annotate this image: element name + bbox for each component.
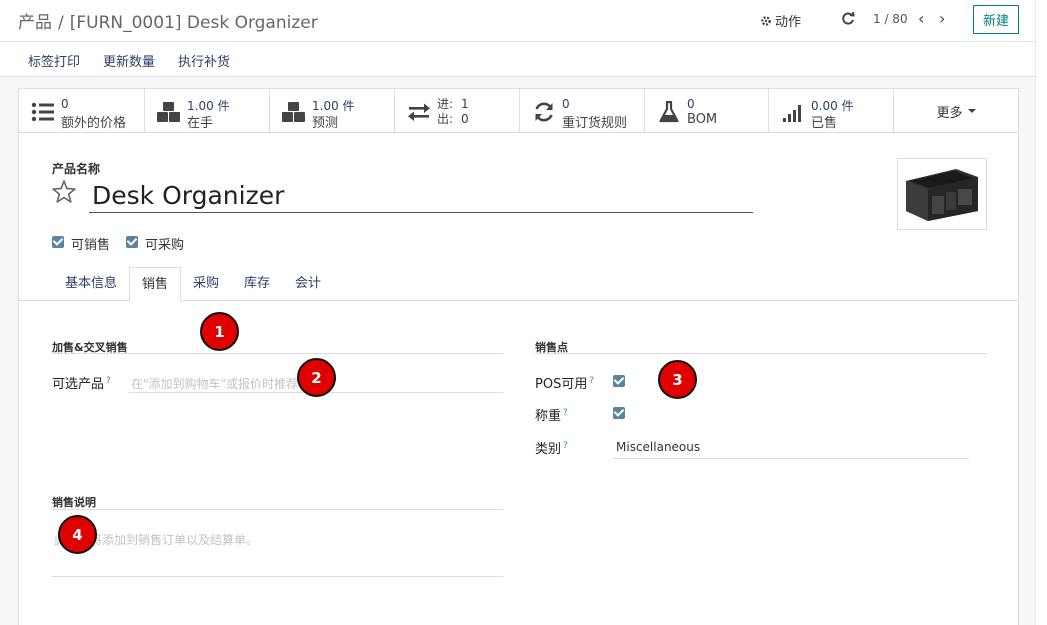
reorder-rules-button[interactable]: 0 重订货规则 <box>520 89 645 133</box>
on-hand-button[interactable]: 1.00 件 在手 <box>145 89 270 133</box>
sales-description-title: 销售说明 <box>52 496 96 509</box>
sold-button[interactable]: 0.00 件 已售 <box>769 89 894 133</box>
new-button[interactable]: 新建 <box>973 5 1019 34</box>
exchange-icon <box>408 103 430 121</box>
forecast-label: 预测 <box>312 116 339 131</box>
can-purchase-checkbox[interactable] <box>126 236 138 248</box>
extra-prices-value: 0 <box>61 97 69 111</box>
breadcrumb-separator: / <box>58 13 64 33</box>
bom-button[interactable]: 0 BOM <box>645 89 769 133</box>
product-name-field[interactable]: Desk Organizer <box>89 179 753 213</box>
upsell-divider <box>52 353 503 354</box>
pos-available-text: POS可用 <box>535 377 588 392</box>
cubes-icon <box>282 102 305 122</box>
tab-general[interactable]: 基本信息 <box>53 267 129 301</box>
product-name-label: 产品名称 <box>52 162 101 176</box>
optional-products-input[interactable]: 在"添加到购物车"或报价时推荐 <box>131 375 311 392</box>
help-icon[interactable]: ? <box>563 441 568 451</box>
gear-icon <box>761 15 771 26</box>
category-underline <box>613 458 969 459</box>
out-label: 出: <box>437 112 454 126</box>
in-out-button[interactable]: 进: 1 出: 0 <box>395 89 520 133</box>
breadcrumb-current: [FURN_0001] Desk Organizer <box>69 13 318 33</box>
category-text: 类别 <box>535 442 562 457</box>
bom-label: BOM <box>687 112 718 127</box>
more-button[interactable]: 更多 <box>894 89 1018 133</box>
help-icon[interactable]: ? <box>589 376 594 386</box>
reorder-rules-label: 重订货规则 <box>562 116 628 131</box>
forecast-button[interactable]: 1.00 件 预测 <box>270 89 395 133</box>
star-icon[interactable] <box>51 179 77 205</box>
on-hand-label: 在手 <box>187 116 214 131</box>
in-out-values: 进: 1 出: 0 <box>437 97 469 127</box>
pos-divider <box>535 353 987 354</box>
action-menu-button[interactable]: 动作 <box>760 11 801 30</box>
help-icon[interactable]: ? <box>106 376 111 386</box>
flask-icon <box>659 101 679 123</box>
can-sell-label: 可销售 <box>71 238 111 253</box>
replenish-button[interactable]: 执行补货 <box>178 51 230 70</box>
more-label: 更多 <box>936 105 963 121</box>
extra-prices-label: 额外的价格 <box>61 116 127 131</box>
desk-organizer-image <box>906 169 978 221</box>
category-label: 类别? <box>535 438 568 457</box>
bom-value: 0 <box>687 97 695 111</box>
category-select[interactable]: Miscellaneous <box>616 440 700 454</box>
sales-description-divider <box>52 509 503 510</box>
annotation-badge: 2 <box>297 358 336 397</box>
annotation-badge: 4 <box>58 515 97 554</box>
sold-label: 已售 <box>811 116 838 131</box>
scrollbar[interactable] <box>1035 0 1047 625</box>
tab-sales[interactable]: 销售 <box>129 267 182 302</box>
annotation-badge: 1 <box>200 312 239 351</box>
weigh-checkbox[interactable] <box>613 407 625 419</box>
form-sheet: 0 额外的价格 1.00 件 在手 1.00 件 预测 进: 1 出: 0 0 重订… <box>18 88 1019 625</box>
weigh-text: 称重 <box>535 409 562 424</box>
breadcrumb-parent[interactable]: 产品 <box>18 13 52 33</box>
tab-inventory[interactable]: 库存 <box>232 267 282 301</box>
weigh-label: 称重? <box>535 405 568 424</box>
print-labels-button[interactable]: 标签打印 <box>28 51 80 70</box>
sales-description-underline <box>52 576 503 577</box>
in-label: 进: <box>437 97 454 111</box>
pager-value[interactable]: 1 / 80 <box>873 12 908 26</box>
breadcrumb: 产品 / [FURN_0001] Desk Organizer <box>18 8 318 33</box>
pos-available-label: POS可用? <box>535 373 594 392</box>
product-image[interactable] <box>897 158 987 230</box>
reorder-rules-value: 0 <box>562 97 570 111</box>
list-icon <box>31 102 54 122</box>
refresh-icon[interactable] <box>841 11 855 27</box>
can-purchase-label: 可采购 <box>145 238 185 253</box>
pos-available-checkbox[interactable] <box>613 375 625 387</box>
extra-prices-button[interactable]: 0 额外的价格 <box>19 89 145 133</box>
tab-purchase[interactable]: 采购 <box>181 267 231 301</box>
tab-accounting[interactable]: 会计 <box>283 267 333 301</box>
control-panel: 产品 / [FURN_0001] Desk Organizer 动作 1 / 80 … <box>0 0 1035 42</box>
refresh-icon <box>535 102 553 122</box>
smart-buttons: 0 额外的价格 1.00 件 在手 1.00 件 预测 进: 1 出: 0 0 重订… <box>19 89 1018 133</box>
action-bar: 标签打印 更新数量 执行补货 <box>0 42 1035 77</box>
caret-down-icon <box>967 109 976 113</box>
help-icon[interactable]: ? <box>563 408 568 418</box>
out-value: 0 <box>461 112 469 126</box>
can-sell-checkbox[interactable] <box>52 236 64 248</box>
annotation-badge: 3 <box>658 360 697 399</box>
update-quantity-button[interactable]: 更新数量 <box>103 51 155 70</box>
action-label: 动作 <box>775 15 802 30</box>
signal-icon <box>783 105 801 122</box>
pager-next-button[interactable]: › <box>939 9 945 28</box>
optional-products-text: 可选产品 <box>52 377 105 392</box>
in-value: 1 <box>461 97 469 111</box>
cubes-icon <box>157 102 180 122</box>
optional-products-label: 可选产品? <box>52 373 111 392</box>
notebook-tabs: 基本信息 销售 采购 库存 会计 <box>19 267 1018 302</box>
pager-previous-button[interactable]: ‹ <box>918 9 924 28</box>
